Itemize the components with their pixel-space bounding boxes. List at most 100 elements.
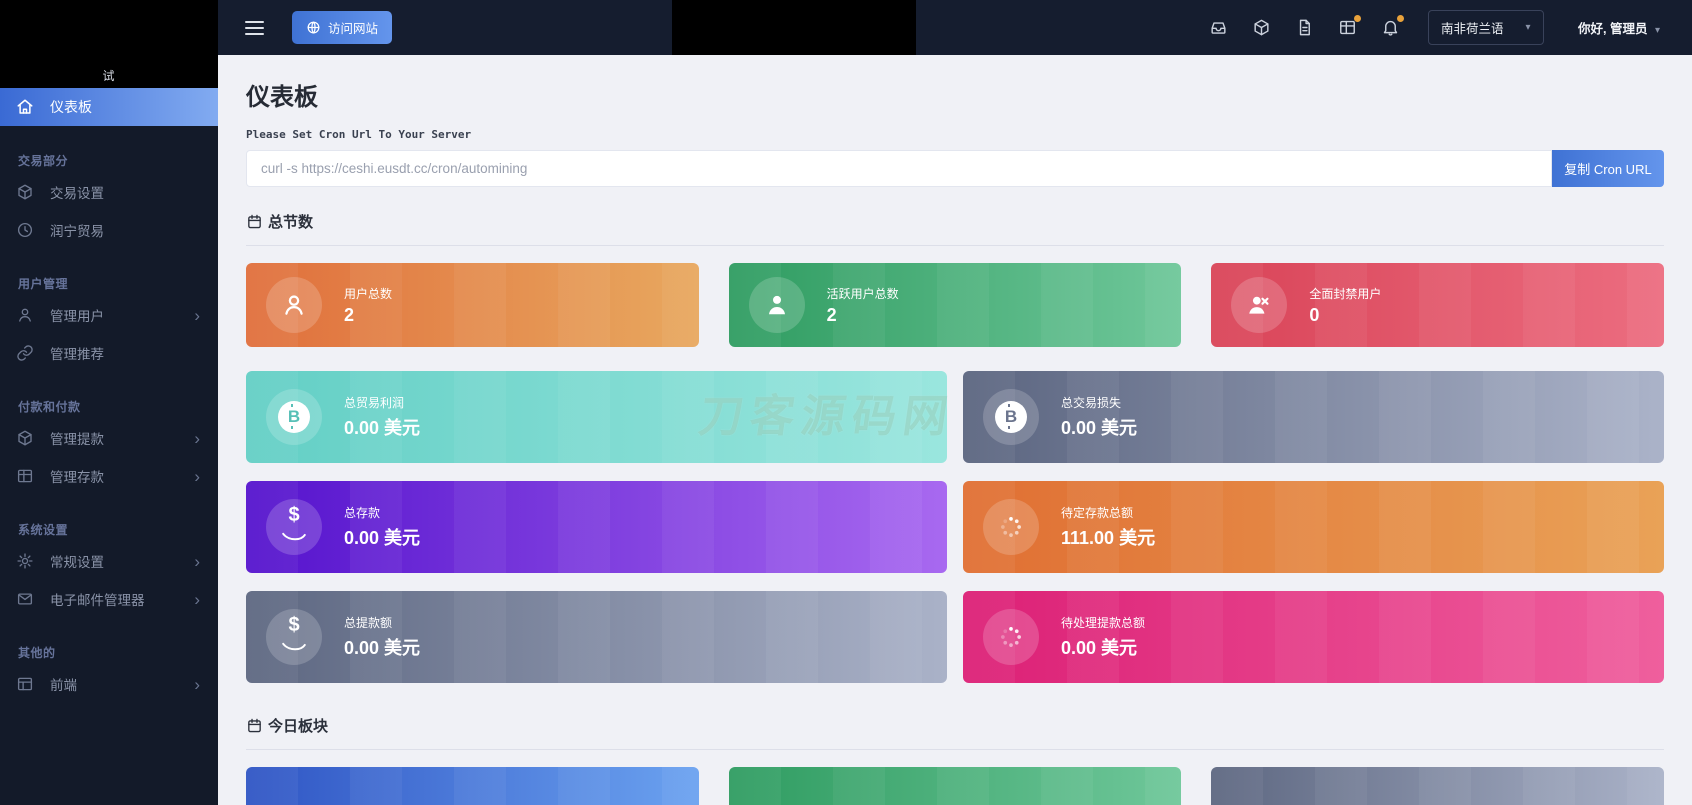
sidebar-item-general-settings[interactable]: 常规设置 ›: [0, 542, 218, 580]
sidebar-item-frontend[interactable]: 前端 ›: [0, 665, 218, 703]
table-icon[interactable]: [1338, 18, 1357, 37]
stat-value: 0.00 美元: [344, 524, 420, 550]
sidebar-item-label: 前端: [50, 674, 77, 694]
stat-card-total-users: 用户总数 2: [246, 263, 699, 347]
stat-label: 用户总数: [344, 285, 392, 302]
page-title: 仪表板: [246, 77, 1664, 112]
spinner-icon: [983, 609, 1039, 665]
stat-value: 0.00 美元: [344, 414, 420, 440]
sidebar-item-label: 交易设置: [50, 182, 104, 202]
globe-icon: [306, 20, 321, 35]
copy-cron-url-button[interactable]: 复制 Cron URL: [1552, 150, 1664, 187]
stat-label: 活跃用户总数: [827, 285, 899, 302]
main-content: 仪表板 Please Set Cron Url To Your Server 复…: [218, 0, 1692, 805]
section-title: 总节数: [268, 211, 313, 232]
stat-label: 总贸易利润: [344, 394, 420, 411]
box-icon: [16, 183, 34, 201]
document-icon[interactable]: [1295, 18, 1314, 37]
user-tie-icon: [749, 277, 805, 333]
chevron-right-icon: ›: [194, 430, 200, 447]
stat-value: 0.00 美元: [1061, 414, 1137, 440]
table-icon: [16, 467, 34, 485]
clock-icon: [16, 221, 34, 239]
sidebar-item-email-manager[interactable]: 电子邮件管理器 ›: [0, 580, 218, 618]
bell-icon[interactable]: [1381, 18, 1400, 37]
chevron-right-icon: ›: [194, 553, 200, 570]
sidebar-item-manage-users[interactable]: 管理用户 ›: [0, 296, 218, 334]
sidebar-item-manage-withdrawals[interactable]: 管理提款 ›: [0, 419, 218, 457]
stat-card-total-trade-profit: B 总贸易利润 0.00 美元: [246, 371, 947, 463]
visit-site-label: 访问网站: [328, 18, 378, 37]
hamburger-menu-icon[interactable]: [245, 17, 264, 39]
stat-value: 0: [1309, 305, 1381, 326]
hand-dollar-icon: $: [266, 609, 322, 665]
stat-card-total-deposit: $ 总存款 0.00 美元: [246, 481, 947, 573]
mail-icon: [16, 590, 34, 608]
stat-value: 0.00 美元: [1061, 634, 1145, 660]
layout-icon: [16, 675, 34, 693]
stat-label: 总存款: [344, 504, 420, 521]
sidebar-item-label: 管理推荐: [50, 343, 104, 363]
stat-card-total-trade-loss: B 总交易损失 0.00 美元: [963, 371, 1664, 463]
sidebar-item-label: 管理用户: [50, 305, 104, 325]
sidebar-item-trade-settings[interactable]: 交易设置: [0, 173, 218, 211]
section-totals-header: 总节数: [246, 211, 1664, 232]
stat-card-pending-deposit: 待定存款总额 111.00 美元: [963, 481, 1664, 573]
bitcoin-icon: B: [983, 389, 1039, 445]
chevron-right-icon: ›: [194, 591, 200, 608]
chevron-down-icon: ▾: [1655, 25, 1660, 36]
stat-value: 111.00 美元: [1061, 524, 1155, 550]
spinner-icon: [983, 499, 1039, 555]
section-title: 今日板块: [268, 715, 328, 736]
stat-value: 0.00 美元: [344, 634, 420, 660]
visit-site-button[interactable]: 访问网站: [292, 11, 392, 44]
stat-label: 待处理提款总额: [1061, 614, 1145, 631]
stat-card-today-3: [1211, 767, 1664, 805]
inbox-icon[interactable]: [1209, 18, 1228, 37]
stat-card-total-withdrawal: $ 总提款额 0.00 美元: [246, 591, 947, 683]
chevron-right-icon: ›: [194, 468, 200, 485]
topbar: 访问网站 南非荷兰语 ▾ 你好, 管理员 ▾: [218, 0, 1692, 55]
chevron-right-icon: ›: [194, 676, 200, 693]
sidebar-item-label: 仪表板: [50, 97, 92, 117]
sidebar-section-payments: 付款和付款: [18, 398, 218, 415]
sidebar-item-label: 常规设置: [50, 551, 104, 571]
divider: [246, 245, 1664, 246]
cube-icon[interactable]: [1252, 18, 1271, 37]
sidebar-section-system: 系统设置: [18, 521, 218, 538]
language-selector[interactable]: 南非荷兰语 ▾: [1428, 10, 1544, 45]
logo-redacted-area: 试: [0, 0, 218, 88]
stat-value: 2: [344, 305, 392, 326]
stat-card-active-users: 活跃用户总数 2: [729, 263, 1182, 347]
chevron-down-icon: ▾: [1526, 22, 1531, 33]
calendar-icon: [246, 717, 263, 734]
section-today-header: 今日板块: [246, 715, 1664, 736]
stat-label: 总交易损失: [1061, 394, 1137, 411]
sidebar: 试 仪表板 交易部分 交易设置 润宁贸易 用户管理 管理用户 › 管理推荐 付款…: [0, 0, 218, 805]
notification-badge: [1397, 15, 1404, 22]
user-menu[interactable]: 你好, 管理员 ▾: [1578, 18, 1660, 37]
home-icon: [16, 98, 34, 116]
stat-card-banned-users: 全面封禁用户 0: [1211, 263, 1664, 347]
stat-card-today-1: [246, 767, 699, 805]
notification-badge: [1354, 15, 1361, 22]
user-icon: [266, 277, 322, 333]
greeting-label: 你好, 管理员: [1578, 22, 1647, 36]
link-icon: [16, 344, 34, 362]
hand-dollar-icon: $: [266, 499, 322, 555]
box-icon: [16, 429, 34, 447]
sidebar-item-manage-deposits[interactable]: 管理存款 ›: [0, 457, 218, 495]
sidebar-section-others: 其他的: [18, 644, 218, 661]
sidebar-item-runing-trade[interactable]: 润宁贸易: [0, 211, 218, 249]
sidebar-item-label: 润宁贸易: [50, 220, 104, 240]
cron-url-input[interactable]: [246, 150, 1552, 187]
stat-label: 待定存款总额: [1061, 504, 1155, 521]
gear-icon: [16, 552, 34, 570]
stat-card-today-2: [729, 767, 1182, 805]
sidebar-item-dashboard[interactable]: 仪表板: [0, 88, 218, 126]
calendar-icon: [246, 213, 263, 230]
stat-value: 2: [827, 305, 899, 326]
language-value: 南非荷兰语: [1441, 18, 1504, 37]
sidebar-item-manage-referral[interactable]: 管理推荐: [0, 334, 218, 372]
user-x-icon: [1231, 277, 1287, 333]
